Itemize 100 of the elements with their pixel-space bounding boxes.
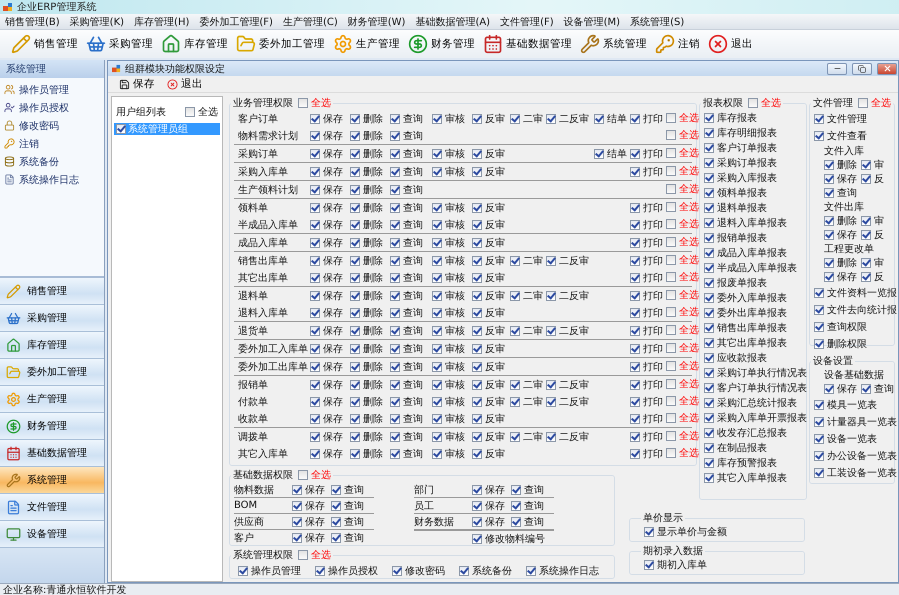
checkbox[interactable]: 打印	[630, 430, 663, 444]
checkbox[interactable]: 二审	[510, 430, 543, 444]
checkbox[interactable]: 反审	[472, 360, 505, 374]
checkbox[interactable]: 审核	[432, 446, 465, 460]
checkbox[interactable]: 查询	[511, 498, 544, 512]
checkbox[interactable]: 收发存汇总报表	[704, 426, 787, 440]
checkbox[interactable]: 反审	[472, 342, 505, 356]
checkbox[interactable]: 文件资料一览报	[814, 286, 897, 300]
checkbox[interactable]: 反审	[472, 200, 505, 214]
checkbox[interactable]: 审	[861, 256, 884, 270]
checkbox[interactable]: 保存	[310, 430, 343, 444]
checkbox[interactable]: 查询	[390, 218, 423, 232]
checkbox[interactable]: 二反审	[546, 112, 589, 126]
checkbox[interactable]: 保存	[824, 228, 857, 242]
checkbox[interactable]: 全选	[298, 548, 331, 562]
toolbar-button[interactable]: 委外加工管理	[233, 34, 328, 54]
checkbox[interactable]: 打印	[630, 200, 663, 214]
checkbox[interactable]: 保存	[292, 514, 325, 528]
checkbox[interactable]: 全选	[666, 270, 699, 284]
checkbox[interactable]: 保存	[310, 146, 343, 160]
menu-item[interactable]: 基础数据管理(A)	[410, 14, 496, 28]
checkbox[interactable]: 客户订单执行情况表	[704, 380, 807, 394]
checkbox[interactable]: 删除	[350, 394, 383, 408]
checkbox[interactable]: 打印	[630, 112, 663, 126]
sidebar-item[interactable]: 注销	[4, 135, 104, 152]
checkbox[interactable]: 二反审	[546, 254, 589, 268]
checkbox[interactable]: 全选	[666, 411, 699, 425]
checkbox[interactable]: 全选	[666, 377, 699, 391]
checkbox[interactable]: 全选	[666, 341, 699, 355]
checkbox[interactable]: 全选	[666, 288, 699, 302]
checkbox[interactable]: 库存预警报表	[704, 456, 777, 470]
checkbox[interactable]: 查询	[390, 236, 423, 250]
checkbox[interactable]: 保存	[824, 382, 857, 396]
checkbox[interactable]: 系统操作日志	[526, 564, 599, 578]
checkbox[interactable]: 删除	[824, 256, 857, 270]
checkbox[interactable]: 查询	[331, 531, 364, 545]
checkbox[interactable]: 删除	[350, 324, 383, 338]
checkbox[interactable]: 全选	[298, 468, 331, 482]
checkbox[interactable]: 查询	[331, 514, 364, 528]
checkbox[interactable]: 查询	[390, 446, 423, 460]
checkbox[interactable]: 打印	[630, 378, 663, 392]
checkbox[interactable]: 反审	[472, 324, 505, 338]
checkbox[interactable]: 审核	[432, 112, 465, 126]
sidebar-item[interactable]: 操作员管理	[4, 81, 104, 98]
checkbox[interactable]: 查询	[390, 324, 423, 338]
checkbox[interactable]: 全选	[666, 164, 699, 178]
checkbox[interactable]: 应收款报表	[704, 350, 767, 364]
checkbox[interactable]: 采购订单执行情况表	[704, 366, 807, 380]
minimize-button[interactable]	[827, 62, 847, 74]
checkbox[interactable]: 审核	[432, 360, 465, 374]
checkbox[interactable]: 退料入库单报表	[704, 216, 787, 230]
checkbox[interactable]: 审核	[432, 394, 465, 408]
checkbox[interactable]: 审核	[432, 412, 465, 426]
checkbox[interactable]: 设备一览表	[814, 432, 877, 446]
checkbox[interactable]: 保存	[292, 531, 325, 545]
checkbox[interactable]: 打印	[630, 342, 663, 356]
checkbox[interactable]: 查询	[390, 306, 423, 320]
checkbox[interactable]: 查询	[390, 360, 423, 374]
checkbox[interactable]: 审核	[432, 164, 465, 178]
toolbar-button[interactable]: 生产管理	[330, 34, 403, 54]
toolbar-button[interactable]: 库存管理	[158, 34, 231, 54]
checkbox[interactable]: 保存	[310, 270, 343, 284]
checkbox[interactable]: 结单	[594, 146, 627, 160]
checkbox[interactable]: 反审	[472, 288, 505, 302]
checkbox[interactable]: 查询	[824, 186, 857, 200]
sidebar-item[interactable]: 系统备份	[4, 153, 104, 170]
checkbox[interactable]: 全选	[666, 446, 699, 460]
checkbox[interactable]: 删除	[350, 254, 383, 268]
checkbox[interactable]: 委外入库单报表	[704, 290, 787, 304]
checkbox[interactable]: 查询	[390, 430, 423, 444]
checkbox[interactable]: 反	[861, 228, 884, 242]
checkbox[interactable]: 查询	[390, 146, 423, 160]
checkbox[interactable]: 操作员管理	[238, 564, 301, 578]
checkbox[interactable]: 审核	[432, 200, 465, 214]
toolbar-button[interactable]: 退出	[705, 34, 756, 54]
checkbox[interactable]: 全选	[666, 111, 699, 125]
checkbox[interactable]: 保存	[292, 482, 325, 496]
toolbar-button[interactable]: 基础数据管理	[480, 34, 575, 54]
module-button[interactable]: 委外加工管理	[0, 359, 104, 386]
checkbox[interactable]: 客户订单报表	[704, 140, 777, 154]
module-button[interactable]: 设备管理	[0, 521, 104, 548]
checkbox[interactable]: 反审	[472, 446, 505, 460]
checkbox[interactable]: 审核	[432, 270, 465, 284]
checkbox[interactable]: 二审	[510, 324, 543, 338]
checkbox[interactable]: 查询	[390, 200, 423, 214]
checkbox[interactable]: 删除	[350, 412, 383, 426]
checkbox[interactable]: 显示单价与金额	[644, 525, 727, 539]
checkbox[interactable]: 二审	[510, 394, 543, 408]
checkbox[interactable]: 保存	[472, 498, 505, 512]
checkbox[interactable]: 反审	[472, 236, 505, 250]
checkbox[interactable]: 全选	[666, 305, 699, 319]
checkbox[interactable]: 打印	[630, 146, 663, 160]
checkbox[interactable]: 二反审	[546, 394, 589, 408]
checkbox[interactable]: 保存	[310, 324, 343, 338]
checkbox[interactable]: 反审	[472, 394, 505, 408]
menu-item[interactable]: 设备管理(M)	[558, 14, 626, 28]
menu-item[interactable]: 采购管理(K)	[64, 14, 130, 28]
checkbox[interactable]: 文件去向统计报	[814, 302, 897, 316]
checkbox[interactable]: 反审	[472, 430, 505, 444]
checkbox[interactable]: 委外出库单报表	[704, 306, 787, 320]
